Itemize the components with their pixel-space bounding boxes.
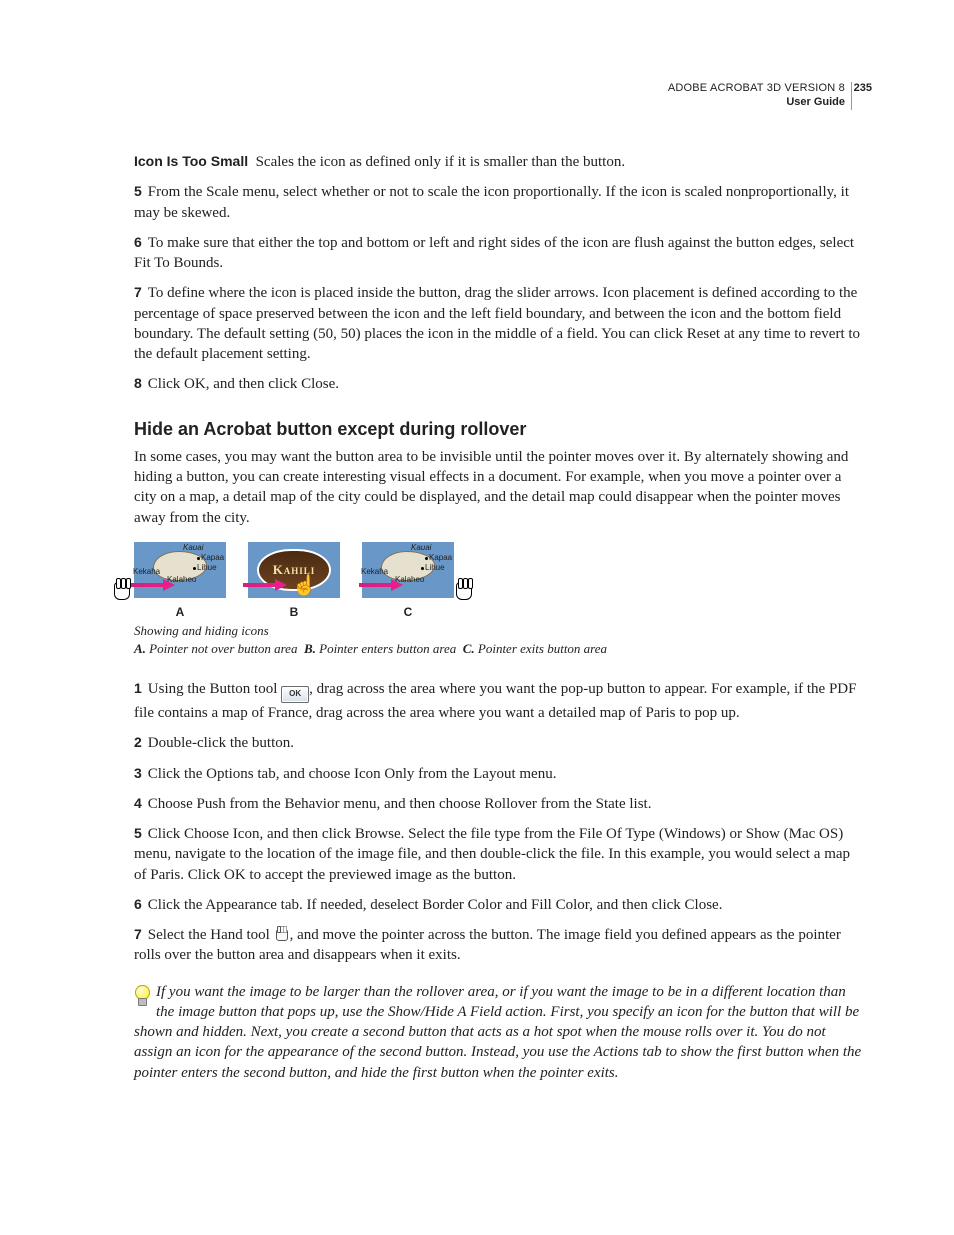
step-number: 5 [134, 183, 142, 199]
step-number: 2 [134, 734, 142, 750]
figure-panel-a: Kauai Kapaa Lihue Kekaha Kalaheo [134, 542, 226, 598]
step-number: 3 [134, 765, 142, 781]
button-tool-icon: OK [281, 682, 309, 703]
pointer-cursor-icon: ☝ [292, 576, 317, 596]
figure-row: Kauai Kapaa Lihue Kekaha Kalaheo K [134, 542, 864, 598]
step-number: 1 [134, 680, 142, 696]
hand-tool-icon [274, 926, 290, 942]
step-text: Choose Push from the Behavior menu, and … [148, 796, 652, 812]
button-tool-label: OK [281, 686, 309, 703]
figure-panel-c-wrap: Kauai Kapaa Lihue Kekaha Kalaheo [362, 542, 454, 598]
figure-caption-title: Showing and hiding icons [134, 622, 864, 640]
header-product: ADOBE ACROBAT 3D VERSION 8 [668, 82, 845, 96]
step-number: 4 [134, 795, 142, 811]
arrow-icon [131, 581, 175, 589]
figure-panel-b-wrap: Kahili ☝ [248, 542, 340, 598]
map-dot-icon [425, 557, 428, 560]
page-number: 235 [854, 82, 872, 94]
figure-letter-b: B [248, 604, 340, 620]
figure-panel-c: Kauai Kapaa Lihue Kekaha Kalaheo [362, 542, 454, 598]
definition-text: Scales the icon as defined only if it is… [256, 154, 626, 170]
step-number: 8 [134, 375, 142, 391]
step-text: Click Choose Icon, and then click Browse… [134, 826, 850, 883]
proc-step-3: 3 Click the Options tab, and choose Icon … [134, 764, 864, 784]
proc-step-5: 5Click Choose Icon, and then click Brows… [134, 824, 864, 885]
step-6: 6To make sure that either the top and bo… [134, 233, 864, 274]
map-label-kekaha: Kekaha [133, 567, 160, 578]
proc-step-1: 1Using the Button tool OK, drag across t… [134, 679, 864, 723]
hand-cursor-icon [454, 578, 476, 602]
key-c-label: C. [463, 641, 475, 656]
key-b-label: B. [304, 641, 316, 656]
proc-step-4: 4 Choose Push from the Behavior menu, and… [134, 794, 864, 814]
figure-letter-a: A [134, 604, 226, 620]
section-intro: In some cases, you may want the button a… [134, 447, 864, 528]
proc-step-7: 7Select the Hand tool , and move the poi… [134, 925, 864, 966]
key-b-text: Pointer enters button area [319, 641, 456, 656]
page-header: ADOBE ACROBAT 3D VERSION 8 User Guide [668, 82, 852, 110]
step-text: From the Scale menu, select whether or n… [134, 184, 849, 220]
step-text: To make sure that either the top and bot… [134, 235, 854, 271]
step-number: 7 [134, 926, 142, 942]
page: ADOBE ACROBAT 3D VERSION 8 User Guide 23… [0, 0, 954, 1235]
proc-step-2: 2 Double-click the button. [134, 733, 864, 753]
definition-label: Icon Is Too Small [134, 153, 248, 169]
step-text: Click the Options tab, and choose Icon O… [148, 766, 557, 782]
definition-icon-too-small: Icon Is Too Small Scales the icon as def… [134, 152, 864, 172]
key-c-text: Pointer exits button area [478, 641, 607, 656]
step-7: 7To define where the icon is placed insi… [134, 283, 864, 364]
step-8: 8 Click OK, and then click Close. [134, 374, 864, 394]
step-text-pre: Using the Button tool [148, 681, 281, 697]
step-number: 6 [134, 234, 142, 250]
header-subtitle: User Guide [668, 96, 845, 110]
tip-block: If you want the image to be larger than … [134, 982, 864, 1093]
arrow-icon [359, 581, 403, 589]
map-label-lihue: Lihue [197, 563, 217, 574]
figure-letter-c: C [362, 604, 454, 620]
map-label-lihue: Lihue [425, 563, 445, 574]
lightbulb-icon [134, 985, 150, 1007]
map-dot-icon [421, 567, 424, 570]
figure-panel-a-wrap: Kauai Kapaa Lihue Kekaha Kalaheo [134, 542, 226, 598]
step-number: 6 [134, 896, 142, 912]
step-text: To define where the icon is placed insid… [134, 285, 860, 362]
tip-text: If you want the image to be larger than … [134, 982, 864, 1083]
step-text-pre: Select the Hand tool [148, 927, 274, 943]
step-number: 7 [134, 284, 142, 300]
map-label-kekaha: Kekaha [361, 567, 388, 578]
map-dot-icon [197, 557, 200, 560]
step-text: Click the Appearance tab. If needed, des… [148, 897, 723, 913]
key-a-text: Pointer not over button area [149, 641, 297, 656]
content: Icon Is Too Small Scales the icon as def… [134, 152, 864, 1093]
figure: Kauai Kapaa Lihue Kekaha Kalaheo K [134, 542, 864, 657]
hand-cursor-icon [112, 578, 134, 602]
key-a-label: A. [134, 641, 146, 656]
section-heading: Hide an Acrobat button except during rol… [134, 417, 864, 441]
figure-letters: A B C [134, 604, 864, 620]
step-text: Click OK, and then click Close. [148, 376, 339, 392]
proc-step-6: 6 Click the Appearance tab. If needed, de… [134, 895, 864, 915]
step-5: 5From the Scale menu, select whether or … [134, 182, 864, 223]
step-text: Double-click the button. [148, 735, 294, 751]
arrow-icon [243, 581, 287, 589]
step-number: 5 [134, 825, 142, 841]
figure-caption-key: A. Pointer not over button area B. Point… [134, 640, 864, 658]
map-dot-icon [193, 567, 196, 570]
